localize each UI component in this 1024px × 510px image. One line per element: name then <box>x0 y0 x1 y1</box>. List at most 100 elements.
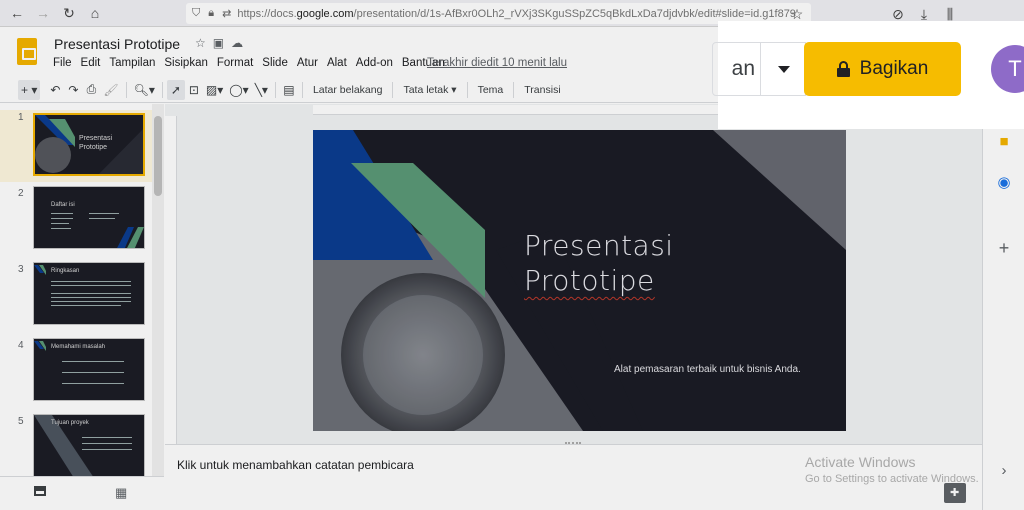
permissions-icon: ⇄ <box>222 8 232 20</box>
star-icon[interactable]: ☆ <box>195 36 206 50</box>
thumb-title: Memahami masalah <box>51 344 106 350</box>
background-button[interactable]: Latar belakang <box>307 84 388 96</box>
new-slide-button[interactable]: + ▾ <box>18 79 41 100</box>
chevron-down-icon <box>778 65 790 73</box>
slide-thumbnail-2[interactable]: Daftar isi <box>33 186 145 249</box>
slide-thumb-row-4[interactable]: 4 Memahami masalah <box>0 338 152 408</box>
move-folder-icon[interactable]: ▣ <box>213 36 224 50</box>
thumb-text-line <box>82 437 132 438</box>
expand-panel-icon[interactable]: › <box>996 462 1012 479</box>
slide-number: 5 <box>18 416 24 427</box>
thumb-text-line <box>51 301 131 302</box>
shield-icon: ⛉ <box>192 7 201 19</box>
url-path: /presentation/d/1s-AfBxr0OLh2_rVXj3SKguS… <box>353 7 796 20</box>
present-dropdown-button[interactable] <box>760 42 808 96</box>
print-icon[interactable]: ⎙ <box>82 80 100 100</box>
menu-format[interactable]: Format <box>217 57 253 69</box>
layout-button[interactable]: Tata letak ▾ <box>397 84 462 96</box>
slides-logo-icon[interactable] <box>17 38 37 65</box>
scrollbar-thumb[interactable] <box>154 116 162 196</box>
screen: ← → ↻ ⌂ ⛉ 🔒︎ ⇄ https://docs. google.com/p… <box>0 0 1024 510</box>
tasks-icon[interactable]: ◉ <box>996 174 1012 191</box>
line-icon[interactable]: ╲▾ <box>252 80 271 100</box>
text-box-icon[interactable]: ⊡ <box>185 80 203 100</box>
menu-file[interactable]: File <box>53 57 72 69</box>
thumb-text-line <box>51 293 131 294</box>
image-icon[interactable]: ▨▾ <box>203 80 226 100</box>
toolbar-divider <box>125 81 127 98</box>
thumb-text-line <box>62 361 124 362</box>
slide-thumb-row-2[interactable]: 2 Daftar isi <box>0 186 152 256</box>
document-title[interactable]: Presentasi Prototipe <box>54 36 180 52</box>
menu-bar: File Edit Tampilan Sisipkan Format Slide… <box>53 57 445 69</box>
explore-icon: ✚ <box>950 487 960 499</box>
activate-windows-watermark: Activate Windows Go to Settings to activ… <box>805 454 979 485</box>
filmstrip-view-icon[interactable] <box>34 486 46 496</box>
forward-icon[interactable]: → <box>32 2 54 24</box>
thumb-text-line <box>62 372 124 373</box>
menu-tools[interactable]: Alat <box>327 57 347 69</box>
transition-button[interactable]: Transisi <box>518 84 566 96</box>
add-addon-icon[interactable]: + <box>996 238 1012 258</box>
slide-thumbnail-5[interactable]: Tujuan proyek <box>33 414 145 477</box>
theme-button[interactable]: Tema <box>472 84 510 96</box>
menu-arrange[interactable]: Atur <box>297 57 318 69</box>
thumb-title: Presentasi <box>79 135 113 142</box>
slide-title[interactable]: Presentasi Prototipe <box>524 228 674 298</box>
shape-icon[interactable]: ◯▾ <box>226 80 251 100</box>
slide-thumbnail-3[interactable]: Ringkasan <box>33 262 145 325</box>
comment-icon[interactable]: ▤ <box>280 80 298 100</box>
slide-number: 3 <box>18 264 24 275</box>
menu-insert[interactable]: Sisipkan <box>164 57 207 69</box>
menu-addons[interactable]: Add-on <box>356 57 393 69</box>
thumb-text-line <box>51 305 121 306</box>
share-button[interactable]: Bagikan <box>804 42 961 96</box>
notes-placeholder[interactable]: Klik untuk menambahkan catatan pembicara <box>177 458 414 472</box>
slide-editor: Presentasi Prototipe Alat pemasaran terb… <box>165 104 982 444</box>
last-edit-link[interactable]: Terakhir diedit 10 menit lalu <box>427 57 567 69</box>
back-icon[interactable]: ← <box>6 2 28 24</box>
thumb-title-2: Prototipe <box>79 144 108 151</box>
slide-thumbnail-4[interactable]: Memahami masalah <box>33 338 145 401</box>
explore-button[interactable]: ✚ <box>944 483 966 503</box>
menu-edit[interactable]: Edit <box>81 57 101 69</box>
toolbar-divider <box>161 81 163 98</box>
reload-icon[interactable]: ↻ <box>58 2 80 24</box>
redo-icon[interactable]: ↷ <box>64 80 82 100</box>
slide-thumbnail-1[interactable]: Presentasi Prototipe <box>33 113 145 176</box>
select-cursor-icon[interactable]: ➚ <box>166 79 185 100</box>
toolbar-divider <box>301 81 303 98</box>
share-panel: an Bagikan T <box>712 21 1024 129</box>
lock-icon <box>836 61 850 77</box>
slide-thumb-row-5[interactable]: 5 Tujuan proyek <box>0 414 152 484</box>
slide-thumb-row-1[interactable]: 1 Presentasi Prototipe <box>0 110 152 182</box>
watermark-line-1: Activate Windows <box>805 454 916 470</box>
toolbar-divider <box>392 81 394 98</box>
thumb-graphic <box>117 227 144 248</box>
thumb-text-line <box>82 443 132 444</box>
menu-slide[interactable]: Slide <box>262 57 288 69</box>
home-icon[interactable]: ⌂ <box>84 2 106 24</box>
avatar[interactable]: T <box>991 45 1024 93</box>
url-domain: google.com <box>296 7 354 20</box>
present-label: an <box>731 57 755 80</box>
thumb-title: Tujuan proyek <box>51 420 89 426</box>
slide-number: 4 <box>18 340 24 351</box>
cloud-status-icon[interactable]: ☁ <box>231 36 243 50</box>
thumb-text-line <box>51 297 131 298</box>
undo-icon[interactable]: ↶ <box>46 80 64 100</box>
keep-icon[interactable]: ■ <box>996 133 1012 150</box>
slide-number: 2 <box>18 188 24 199</box>
menu-view[interactable]: Tampilan <box>109 57 155 69</box>
speaker-notes[interactable]: Klik untuk menambahkan catatan pembicara… <box>165 444 982 510</box>
zoom-icon[interactable]: 🔍︎▾ <box>131 80 158 100</box>
paint-format-icon[interactable]: 🖌︎ <box>100 80 121 100</box>
filmstrip-scrollbar[interactable] <box>152 104 164 510</box>
thumb-text-line <box>51 281 131 282</box>
slide-canvas[interactable]: Presentasi Prototipe Alat pemasaran terb… <box>313 130 846 431</box>
grid-view-icon[interactable]: ▦ <box>115 485 127 501</box>
slide-title-line-2: Prototipe <box>524 264 655 297</box>
view-switch-bar: ▦ <box>0 476 164 510</box>
slide-thumb-row-3[interactable]: 3 Ringkasan <box>0 262 152 332</box>
slide-subtitle[interactable]: Alat pemasaran terbaik untuk bisnis Anda… <box>614 364 801 375</box>
